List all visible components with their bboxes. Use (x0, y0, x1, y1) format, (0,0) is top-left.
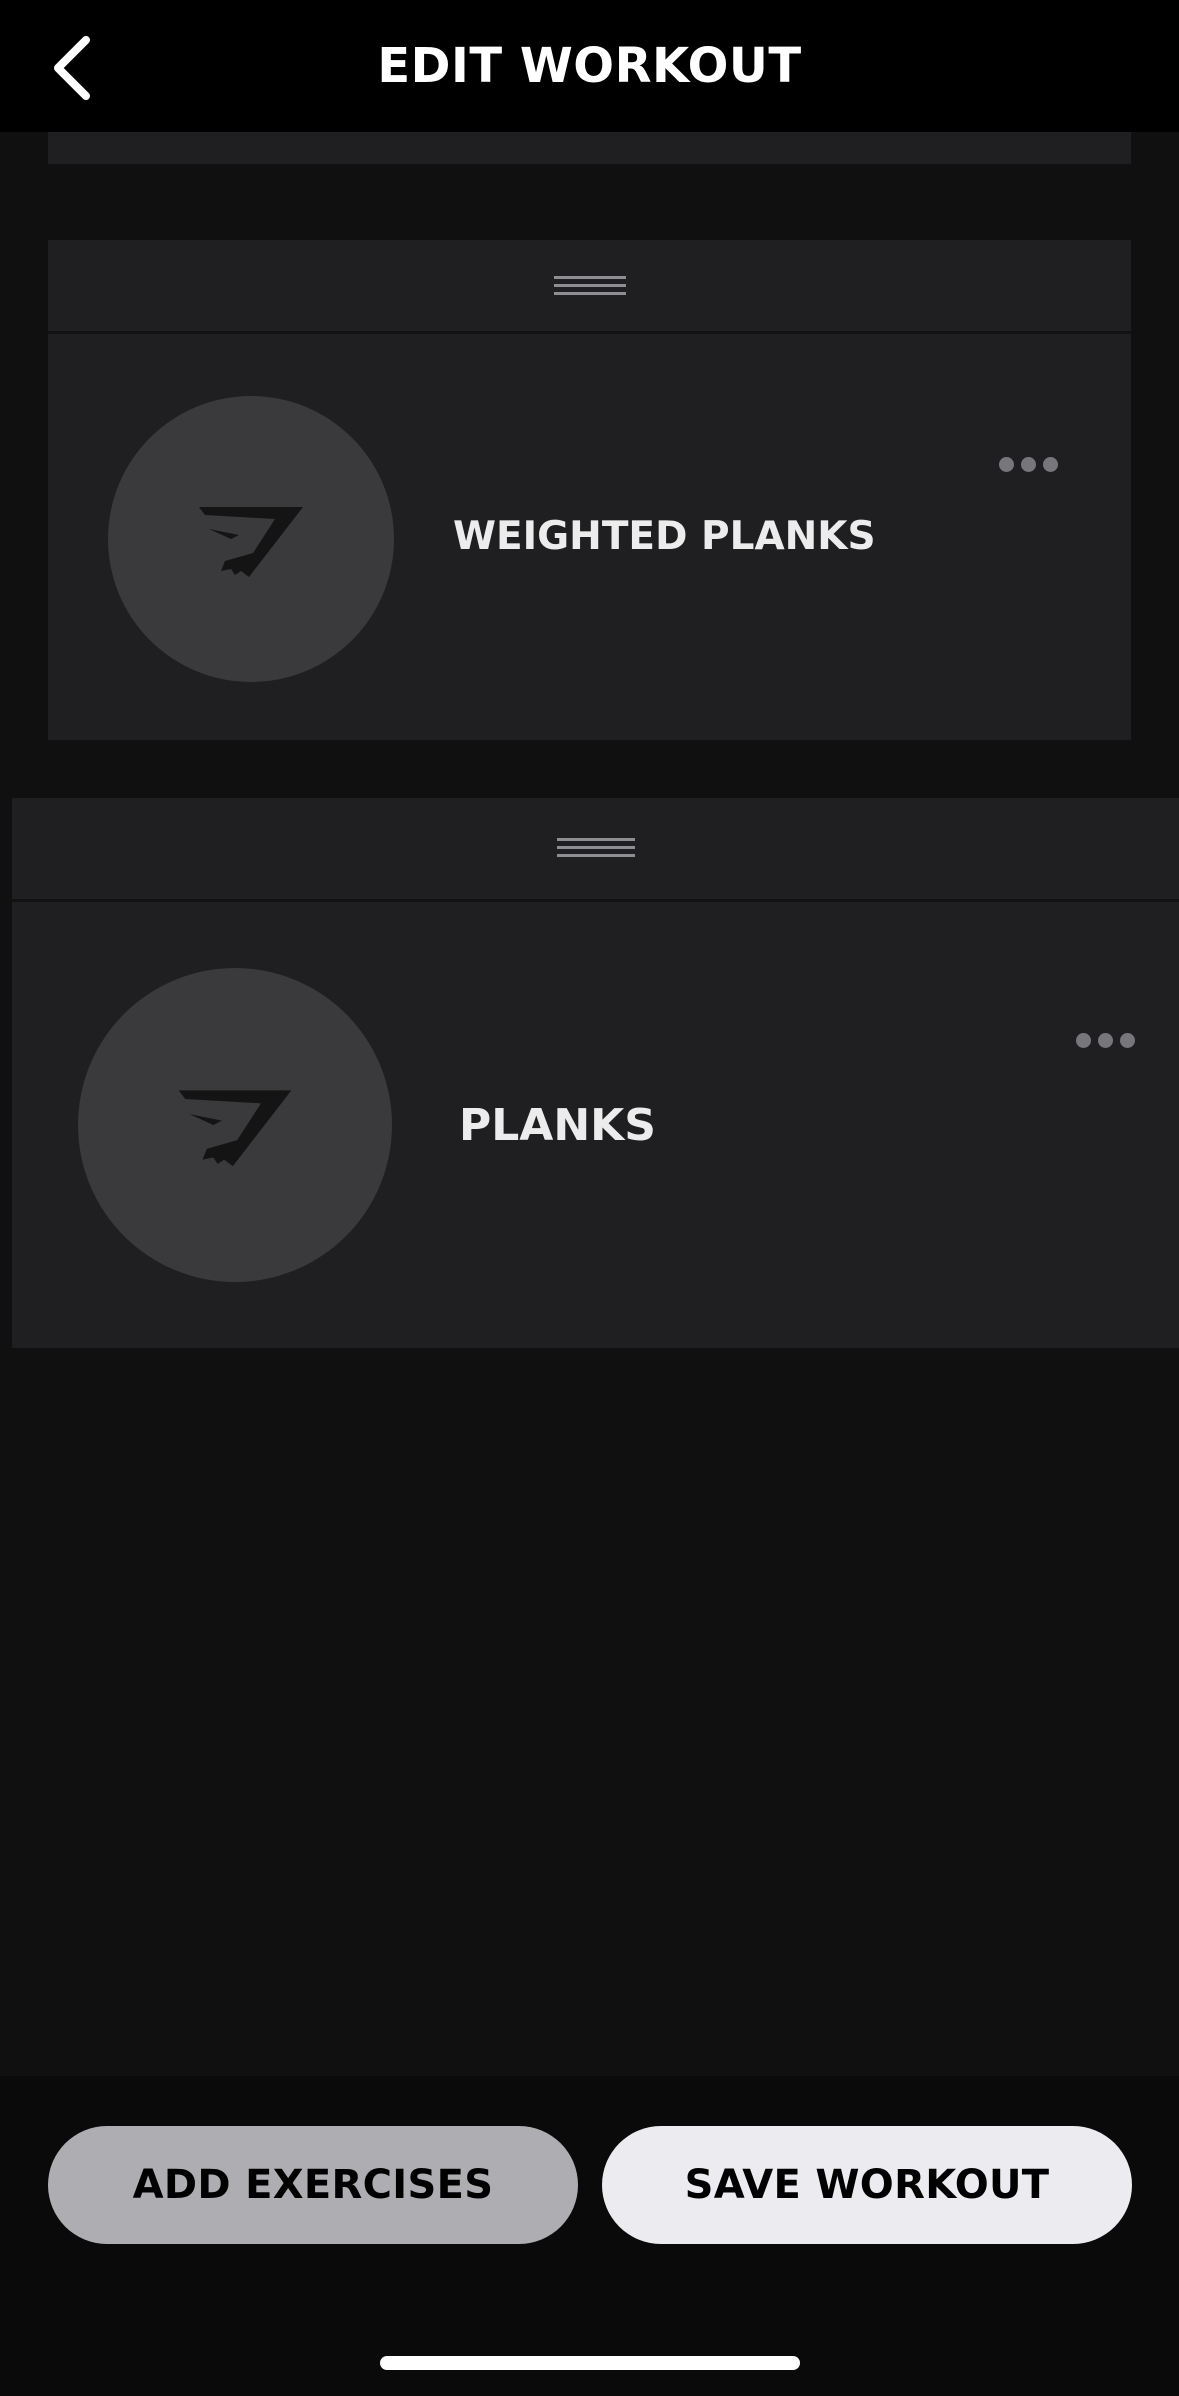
previous-exercise-card-edge (48, 132, 1131, 164)
exercise-thumbnail (108, 396, 394, 682)
exercise-row[interactable]: PLANKS (12, 902, 1179, 1348)
add-exercises-button[interactable]: ADD EXERCISES (48, 2126, 578, 2244)
exercise-name: WEIGHTED PLANKS (453, 514, 876, 559)
drag-handle-icon[interactable] (556, 838, 635, 860)
drag-bar[interactable] (12, 798, 1179, 902)
exercise-row[interactable]: WEIGHTED PLANKS (48, 334, 1131, 740)
gymshark-logo-icon (178, 1090, 292, 1167)
exercise-name: PLANKS (459, 1100, 656, 1151)
more-options-button[interactable] (1060, 1020, 1150, 1060)
exercise-card-planks[interactable]: PLANKS (12, 798, 1179, 1348)
header: EDIT WORKOUT (0, 0, 1179, 132)
save-workout-button[interactable]: SAVE WORKOUT (602, 2126, 1132, 2244)
drag-handle-icon[interactable] (553, 276, 626, 298)
more-options-button[interactable] (988, 444, 1068, 484)
exercise-thumbnail (78, 968, 392, 1282)
page-title: EDIT WORKOUT (377, 38, 802, 94)
exercise-card-weighted-planks[interactable]: WEIGHTED PLANKS (48, 240, 1131, 740)
drag-bar[interactable] (48, 240, 1131, 334)
gymshark-logo-icon (199, 507, 303, 577)
home-indicator[interactable] (380, 2356, 800, 2370)
